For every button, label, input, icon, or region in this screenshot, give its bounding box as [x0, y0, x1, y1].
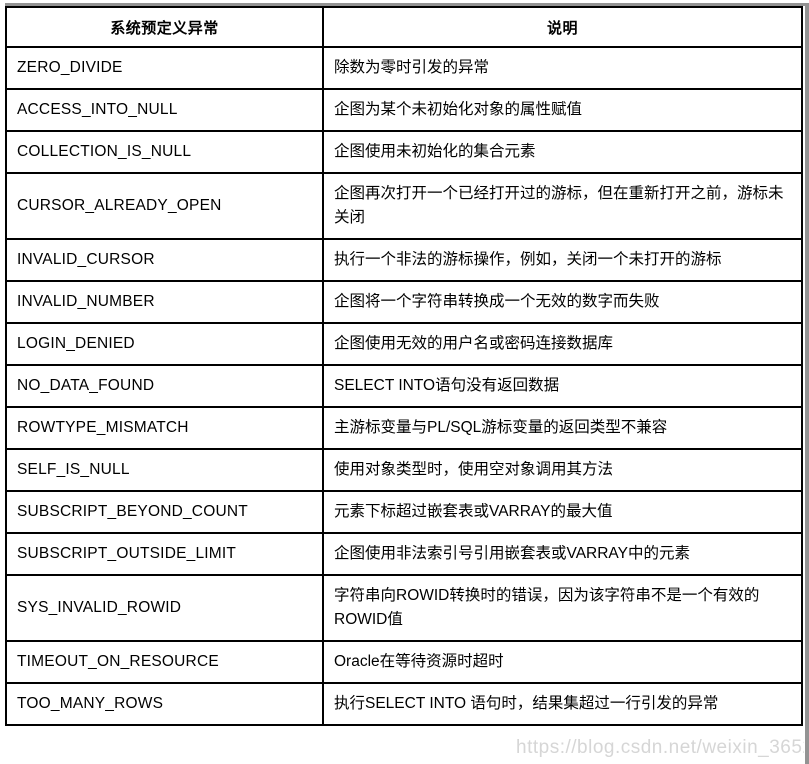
exception-name-cell: ROWTYPE_MISMATCH [5, 406, 324, 450]
exception-description-cell: 企图为某个未初始化对象的属性赋值 [322, 88, 803, 132]
exception-description-cell: Oracle在等待资源时超时 [322, 640, 803, 684]
exception-description-cell: 字符串向ROWID转换时的错误，因为该字符串不是一个有效的ROWID值 [322, 574, 803, 642]
table-row: TIMEOUT_ON_RESOURCE Oracle在等待资源时超时 [5, 640, 803, 684]
table-row: INVALID_CURSOR 执行一个非法的游标操作，例如，关闭一个未打开的游标 [5, 238, 803, 282]
exception-description-cell: 元素下标超过嵌套表或VARRAY的最大值 [322, 490, 803, 534]
exception-name-cell: SYS_INVALID_ROWID [5, 574, 324, 642]
column-header-description: 说明 [322, 6, 803, 48]
exception-description-cell: 使用对象类型时，使用空对象调用其方法 [322, 448, 803, 492]
exception-name-cell: CURSOR_ALREADY_OPEN [5, 172, 324, 240]
table-row: LOGIN_DENIED 企图使用无效的用户名或密码连接数据库 [5, 322, 803, 366]
exception-name-cell: ZERO_DIVIDE [5, 46, 324, 90]
exception-name-cell: COLLECTION_IS_NULL [5, 130, 324, 174]
exception-description-cell: 除数为零时引发的异常 [322, 46, 803, 90]
exception-name-cell: LOGIN_DENIED [5, 322, 324, 366]
exception-description-cell: SELECT INTO语句没有返回数据 [322, 364, 803, 408]
table-header-row: 系统预定义异常 说明 [5, 6, 803, 48]
exception-name-cell: TOO_MANY_ROWS [5, 682, 324, 726]
exception-name-cell: INVALID_CURSOR [5, 238, 324, 282]
table-row: SELF_IS_NULL 使用对象类型时，使用空对象调用其方法 [5, 448, 803, 492]
exception-name-cell: NO_DATA_FOUND [5, 364, 324, 408]
table-row: SYS_INVALID_ROWID 字符串向ROWID转换时的错误，因为该字符串不… [5, 574, 803, 642]
table-row: INVALID_NUMBER 企图将一个字符串转换成一个无效的数字而失败 [5, 280, 803, 324]
table-row: SUBSCRIPT_BEYOND_COUNT 元素下标超过嵌套表或VARRAY的最… [5, 490, 803, 534]
table-body: ZERO_DIVIDE 除数为零时引发的异常 ACCESS_INTO_NULL 企图为… [5, 46, 803, 726]
exception-description-cell: 企图将一个字符串转换成一个无效的数字而失败 [322, 280, 803, 324]
exception-description-cell: 执行一个非法的游标操作，例如，关闭一个未打开的游标 [322, 238, 803, 282]
exception-name-cell: SELF_IS_NULL [5, 448, 324, 492]
table-row: ROWTYPE_MISMATCH 主游标变量与PL/SQL游标变量的返回类型不兼容 [5, 406, 803, 450]
table-row: SUBSCRIPT_OUTSIDE_LIMIT 企图使用非法索引号引用嵌套表或VA… [5, 532, 803, 576]
table-row: ZERO_DIVIDE 除数为零时引发的异常 [5, 46, 803, 90]
table-row: ACCESS_INTO_NULL 企图为某个未初始化对象的属性赋值 [5, 88, 803, 132]
exception-name-cell: TIMEOUT_ON_RESOURCE [5, 640, 324, 684]
exception-description-cell: 企图使用非法索引号引用嵌套表或VARRAY中的元素 [322, 532, 803, 576]
table-row: CURSOR_ALREADY_OPEN 企图再次打开一个已经打开过的游标，但在重新… [5, 172, 803, 240]
exception-name-cell: SUBSCRIPT_OUTSIDE_LIMIT [5, 532, 324, 576]
exception-table-container: 系统预定义异常 说明 ZERO_DIVIDE 除数为零时引发的异常 ACCESS_I… [5, 6, 803, 726]
exception-description-cell: 执行SELECT INTO 语句时，结果集超过一行引发的异常 [322, 682, 803, 726]
exception-description-cell: 企图使用无效的用户名或密码连接数据库 [322, 322, 803, 366]
table-row: TOO_MANY_ROWS 执行SELECT INTO 语句时，结果集超过一行引发… [5, 682, 803, 726]
exception-description-cell: 企图使用未初始化的集合元素 [322, 130, 803, 174]
source-watermark: https://blog.csdn.net/weixin_36522099 [516, 737, 804, 758]
column-header-exception-name: 系统预定义异常 [5, 6, 324, 48]
exception-description-cell: 主游标变量与PL/SQL游标变量的返回类型不兼容 [322, 406, 803, 450]
right-frame-strip [805, 3, 809, 764]
table-header: 系统预定义异常 说明 [5, 6, 803, 48]
predefined-exception-table: 系统预定义异常 说明 ZERO_DIVIDE 除数为零时引发的异常 ACCESS_I… [5, 6, 803, 726]
exception-name-cell: INVALID_NUMBER [5, 280, 324, 324]
exception-description-cell: 企图再次打开一个已经打开过的游标，但在重新打开之前，游标未关闭 [322, 172, 803, 240]
exception-name-cell: ACCESS_INTO_NULL [5, 88, 324, 132]
table-row: NO_DATA_FOUND SELECT INTO语句没有返回数据 [5, 364, 803, 408]
exception-name-cell: SUBSCRIPT_BEYOND_COUNT [5, 490, 324, 534]
table-row: COLLECTION_IS_NULL 企图使用未初始化的集合元素 [5, 130, 803, 174]
